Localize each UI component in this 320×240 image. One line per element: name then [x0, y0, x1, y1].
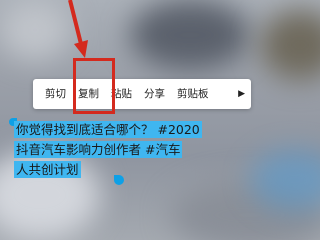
copy-highlight-box: [73, 58, 115, 114]
selection-end-handle[interactable]: [114, 175, 124, 185]
background-blur-region: [0, 0, 70, 60]
annotation-arrow-icon: [68, 0, 88, 58]
selected-text-line: 人共创计划: [14, 161, 81, 178]
selected-text-line: 你觉得找到底适合哪个？ #2020: [14, 121, 202, 138]
background-blur-region: [260, 10, 320, 80]
menu-item-clipboard[interactable]: 剪贴板: [171, 79, 215, 109]
menu-item-cut[interactable]: 剪切: [33, 79, 72, 109]
selected-text-block[interactable]: 你觉得找到底适合哪个？ #2020 抖音汽车影响力创作者 #汽车 人共创计划: [14, 119, 244, 179]
text-context-menu: 剪切 复制 粘贴 分享 剪贴板 ▶: [33, 79, 251, 109]
selected-text-line: 抖音汽车影响力创作者 #汽车: [14, 141, 183, 158]
menu-item-share[interactable]: 分享: [138, 79, 171, 109]
background-blur-region: [130, 0, 250, 70]
play-right-icon[interactable]: ▶: [238, 89, 245, 99]
